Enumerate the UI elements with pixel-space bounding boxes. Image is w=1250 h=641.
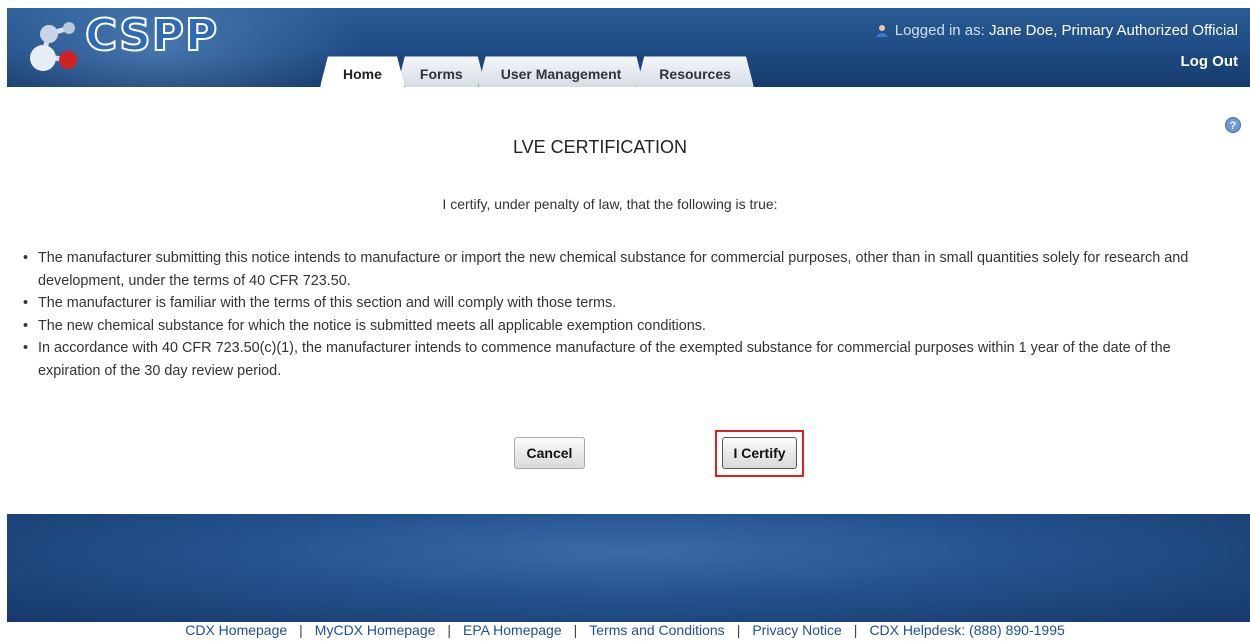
page-title: LVE CERTIFICATION (512, 137, 688, 157)
footer-separator: | (853, 622, 858, 638)
svg-text:?: ? (1230, 120, 1237, 132)
logged-in-label: Logged in as: Jane Doe, Primary Authoriz… (895, 22, 1238, 39)
footer-link-mycdx-homepage[interactable]: MyCDX Homepage (315, 622, 436, 638)
footer-separator: | (299, 622, 303, 638)
user-icon (875, 24, 888, 37)
list-item: The new chemical substance for which the… (20, 315, 1235, 338)
footer-separator: | (447, 622, 452, 638)
app-header: CSPP Logged in as: Jane Doe, Primary Aut… (7, 8, 1250, 87)
molecule-icon (30, 22, 77, 71)
list-item: In accordance with 40 CFR 723.50(c)(1), … (20, 337, 1235, 382)
user-name: Jane Doe, Primary Authorized Official (988, 22, 1238, 39)
logo-text: CSPP (84, 9, 219, 62)
footer-separator: | (736, 622, 741, 638)
cancel-button[interactable]: Cancel (514, 437, 585, 469)
footer-banner (7, 514, 1250, 622)
footer-link-epa-homepage[interactable]: EPA Homepage (463, 622, 562, 638)
footer-link-terms[interactable]: Terms and Conditions (589, 622, 724, 638)
footer-link-privacy[interactable]: Privacy Notice (752, 622, 841, 638)
footer-links: CDX Homepage | MyCDX Homepage | EPA Homepage… (0, 622, 1250, 641)
main-tabs: Home Forms User Management Resources (320, 56, 746, 87)
tab-resources[interactable]: Resources (636, 56, 754, 87)
certification-statements: The manufacturer submitting this notice … (20, 247, 1235, 382)
tab-home[interactable]: Home (320, 56, 405, 87)
footer-link-cdx-homepage[interactable]: CDX Homepage (185, 622, 287, 638)
footer-separator: | (573, 622, 578, 638)
tab-forms[interactable]: Forms (397, 56, 486, 87)
logout-link[interactable]: Log Out (1181, 53, 1238, 70)
list-item: The manufacturer is familiar with the te… (20, 292, 1235, 315)
list-item: The manufacturer submitting this notice … (20, 247, 1235, 292)
certification-intro: I certify, under penalty of law, that th… (442, 196, 778, 212)
logged-in-prefix: Logged in as: (894, 22, 989, 39)
certify-button[interactable]: I Certify (722, 437, 797, 469)
user-info: Logged in as: Jane Doe, Primary Authoriz… (875, 22, 1238, 39)
help-icon[interactable]: ? (1225, 117, 1241, 133)
footer-link-helpdesk[interactable]: CDX Helpdesk: (888) 890-1995 (869, 622, 1064, 638)
tab-user-management[interactable]: User Management (478, 56, 645, 87)
